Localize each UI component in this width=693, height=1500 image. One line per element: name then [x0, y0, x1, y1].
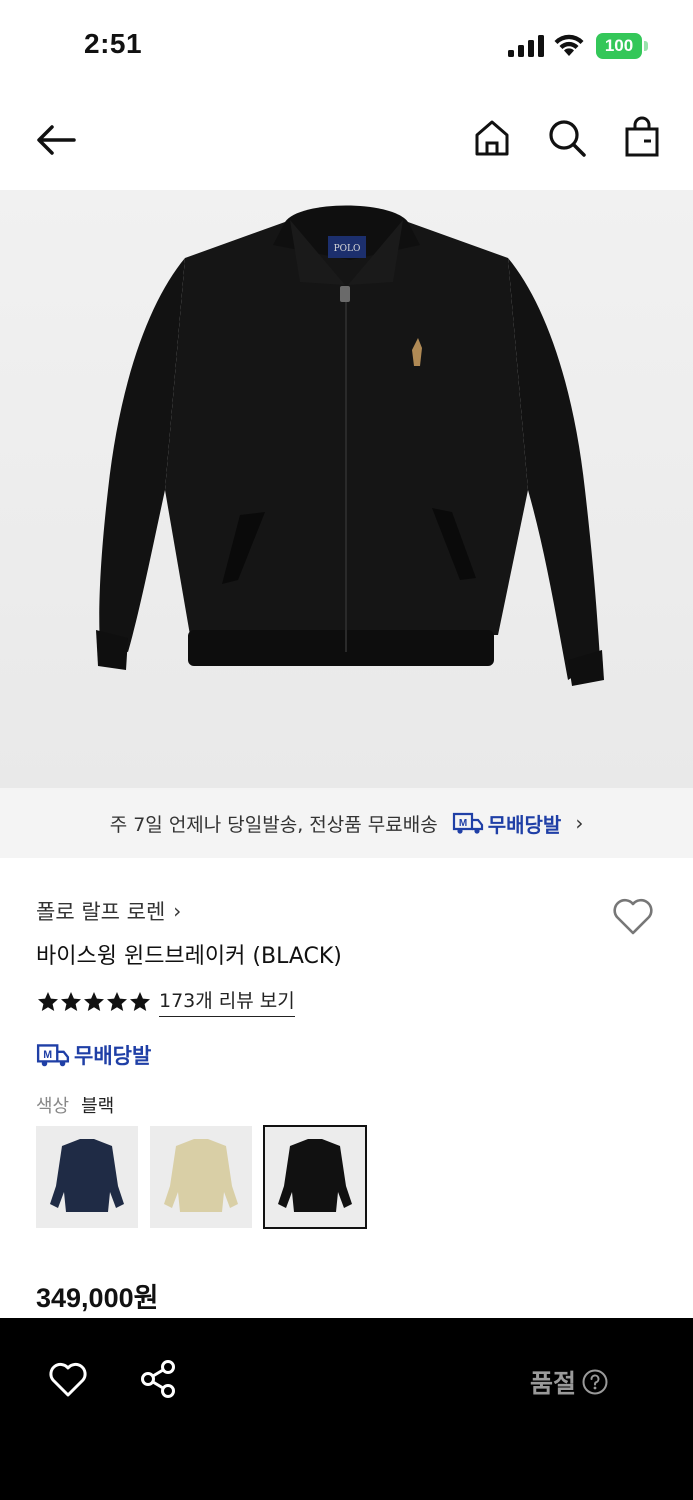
color-value: 블랙 [81, 1096, 115, 1117]
jacket-thumbnail-khaki [164, 1139, 238, 1212]
chevron-right-icon: › [575, 811, 584, 835]
badge-text: 무배당발 [487, 812, 562, 837]
same-day-delivery-badge: M 무배당발 [36, 1040, 151, 1070]
chevron-right-icon: › [173, 899, 182, 923]
m-logo-text: M [459, 818, 467, 829]
brand-name: 폴로 랄프 로렌 [36, 900, 166, 924]
bottom-action-bar: 품절 [0, 1318, 693, 1500]
star-icon [107, 991, 127, 1011]
shopping-bag-icon[interactable] [620, 116, 664, 160]
badge-text: 무배당발 [74, 1044, 152, 1068]
sold-out-status: 품절 [530, 1364, 608, 1400]
review-link[interactable]: 173개 리뷰 보기 [159, 986, 295, 1017]
shipping-banner-text: 주 7일 언제나 당일발송, 전상품 무료배송 [109, 813, 438, 836]
top-nav-bar [0, 92, 693, 190]
star-icon [84, 991, 104, 1011]
battery-indicator: 100 [596, 33, 648, 59]
color-label: 색상 [36, 1096, 70, 1117]
share-icon[interactable] [138, 1358, 180, 1400]
jacket-thumbnail-black [278, 1139, 352, 1212]
battery-level: 100 [596, 33, 642, 59]
cellular-signal-icon [508, 35, 544, 57]
product-name: 바이스윙 윈드브레이커 (BLACK) [36, 944, 342, 969]
star-icon [38, 991, 58, 1011]
rating-row: 173개 리뷰 보기 [36, 986, 295, 1017]
heart-icon[interactable] [47, 1358, 89, 1400]
search-icon[interactable] [545, 116, 589, 160]
wifi-icon [554, 34, 584, 56]
back-arrow-icon[interactable] [34, 118, 78, 162]
wishlist-heart-icon[interactable] [610, 893, 656, 939]
product-price: 349,000원 [36, 1283, 159, 1313]
help-question-icon[interactable] [582, 1369, 608, 1395]
same-day-delivery-badge: M 무배당발 [452, 809, 562, 838]
jacket-illustration: POLO [96, 205, 604, 686]
swatch-black-selected[interactable] [263, 1125, 367, 1229]
swatch-navy[interactable] [36, 1126, 138, 1228]
star-icon [61, 991, 81, 1011]
status-time: 2:51 [84, 28, 143, 59]
swatch-khaki[interactable] [150, 1126, 252, 1228]
polo-label-text: POLO [334, 244, 361, 254]
delivery-truck-icon: M [452, 812, 483, 834]
jacket-thumbnail-navy [50, 1139, 124, 1212]
color-row: 색상 블랙 [36, 1092, 114, 1118]
sold-out-text: 품절 [530, 1369, 577, 1398]
star-icon [130, 991, 150, 1011]
color-swatches [36, 1125, 367, 1229]
battery-cap [644, 41, 648, 51]
shipping-info-banner[interactable]: 주 7일 언제나 당일발송, 전상품 무료배송 M 무배당발 › [0, 788, 693, 858]
home-icon[interactable] [470, 116, 514, 160]
product-image[interactable]: POLO [0, 190, 693, 788]
status-bar: 2:51 100 [0, 0, 693, 92]
delivery-truck-icon: M [36, 1044, 70, 1067]
brand-link[interactable]: 폴로 랄프 로렌 › [36, 896, 181, 926]
star-rating [36, 990, 151, 1014]
m-logo-text: M [43, 1049, 52, 1061]
